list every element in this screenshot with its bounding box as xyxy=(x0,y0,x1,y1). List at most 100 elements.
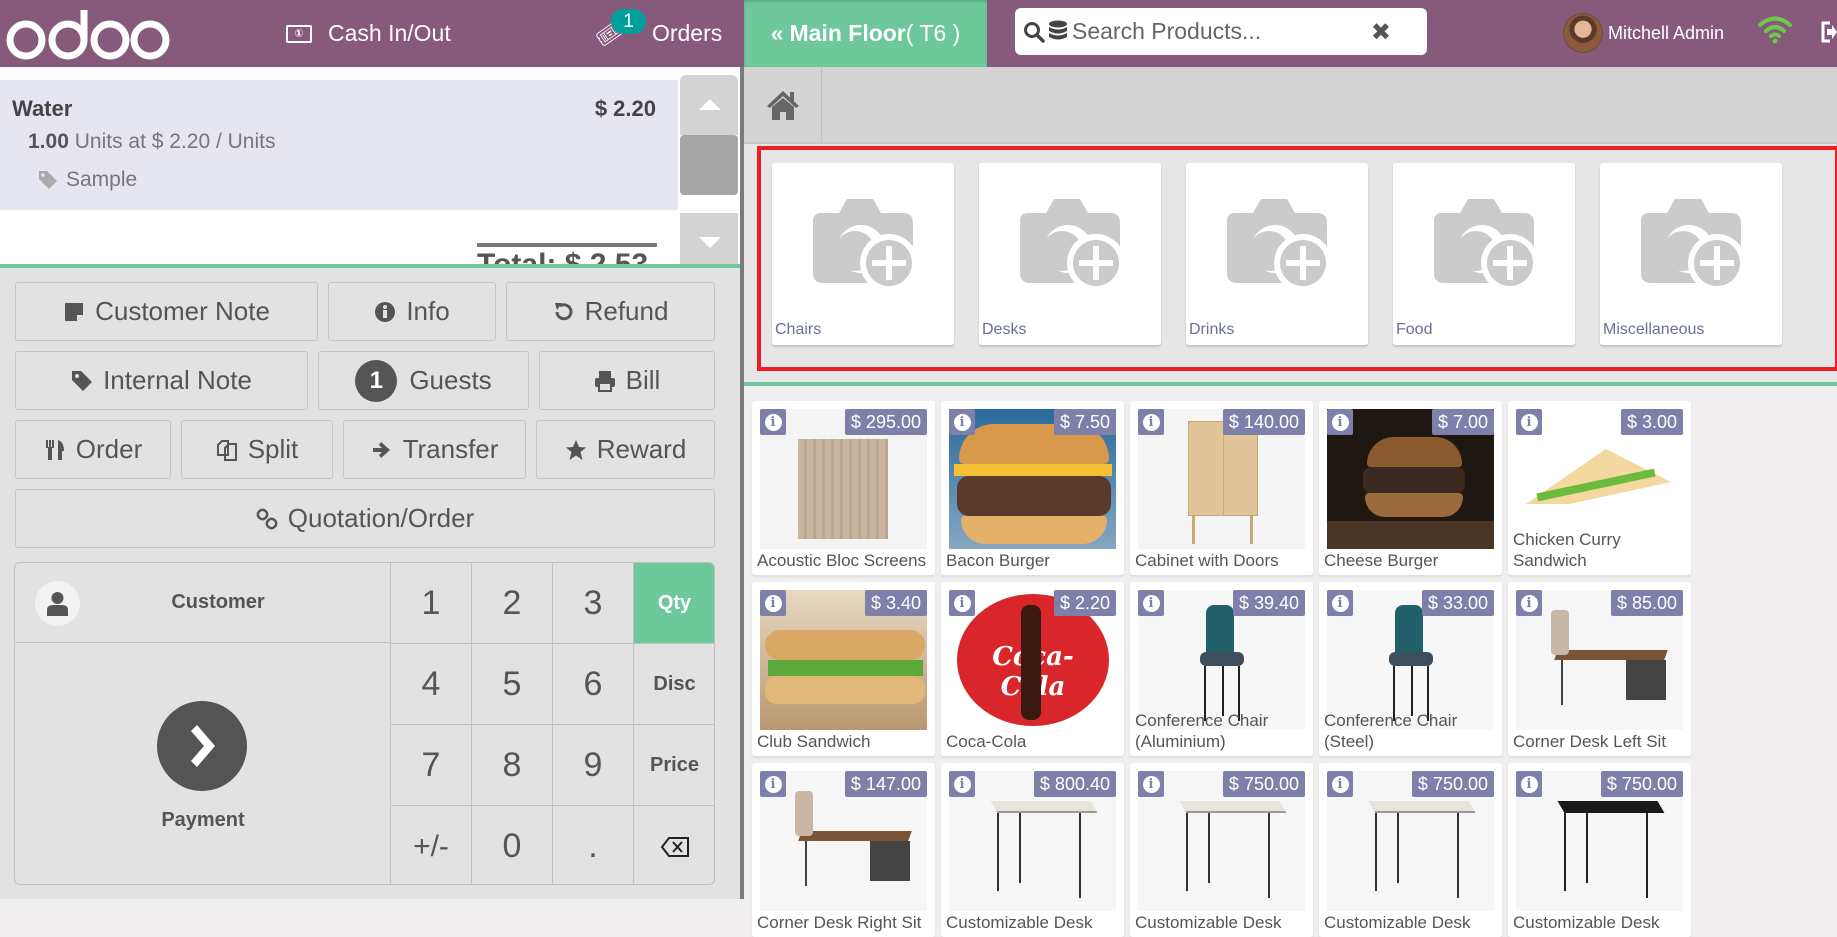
product-card[interactable]: i $ 750.00 Customizable Desk xyxy=(1508,763,1691,937)
product-info-button[interactable]: i xyxy=(1327,409,1353,435)
product-card[interactable]: i $ 800.40 Customizable Desk xyxy=(941,763,1124,937)
product-price: $ 147.00 xyxy=(844,771,927,797)
info-button[interactable]: Info xyxy=(328,282,496,341)
category-food[interactable]: Food xyxy=(1393,163,1575,345)
scrollbar-thumb[interactable] xyxy=(680,135,738,195)
customer-note-label: Customer Note xyxy=(95,296,270,326)
internal-note-button[interactable]: Internal Note xyxy=(15,351,308,410)
customer-button[interactable]: Customer xyxy=(15,563,391,643)
product-name: Customizable Desk xyxy=(1513,913,1660,932)
product-info-button[interactable]: i xyxy=(949,409,975,435)
camera-add-icon xyxy=(1434,199,1539,292)
scroll-down-button[interactable] xyxy=(680,213,738,264)
numpad-mode-disc[interactable]: Disc xyxy=(634,644,714,725)
product-card[interactable]: i $ 295.00 Acoustic Bloc Screens xyxy=(752,401,935,575)
product-info-button[interactable]: i xyxy=(760,409,786,435)
reward-button[interactable]: Reward xyxy=(536,420,715,479)
numpad-key-6[interactable]: 6 xyxy=(553,644,634,725)
numpad-key-1[interactable]: 1 xyxy=(391,563,472,644)
split-button[interactable]: Split xyxy=(181,420,333,479)
bill-button[interactable]: Bill xyxy=(539,351,715,410)
product-info-button[interactable]: i xyxy=(949,771,975,797)
product-info-button[interactable]: i xyxy=(1327,590,1353,616)
cash-in-out-label: Cash In/Out xyxy=(328,20,451,46)
order-line[interactable]: Water $ 2.20 1.00 Units at $ 2.20 / Unit… xyxy=(0,80,678,210)
product-name: Corner Desk Left Sit xyxy=(1513,732,1667,751)
cash-in-out-button[interactable]: ① Cash In/Out xyxy=(286,0,451,67)
numpad-key-2[interactable]: 2 xyxy=(472,563,553,644)
product-price: $ 2.20 xyxy=(1053,590,1116,616)
product-card[interactable]: i $ 85.00 Corner Desk Left Sit xyxy=(1508,582,1691,756)
order-line-note-text: Sample xyxy=(66,168,138,191)
product-info-button[interactable]: i xyxy=(1516,409,1542,435)
logout-icon[interactable] xyxy=(1820,20,1837,44)
user-menu[interactable]: Mitchell Admin xyxy=(1563,11,1724,55)
customer-note-button[interactable]: Customer Note xyxy=(15,282,318,341)
double-chevron-left-icon: « xyxy=(770,20,784,46)
category-chairs[interactable]: Chairs xyxy=(772,163,954,345)
numpad-key-0[interactable]: 0 xyxy=(472,806,553,884)
category-drinks[interactable]: Drinks xyxy=(1186,163,1368,345)
product-info-button[interactable]: i xyxy=(1138,771,1164,797)
numpad-mode-qty[interactable]: Qty xyxy=(634,563,714,644)
product-info-button[interactable]: i xyxy=(949,590,975,616)
product-info-button[interactable]: i xyxy=(1138,590,1164,616)
home-category-button[interactable] xyxy=(744,67,822,142)
product-card[interactable]: i $ 750.00 Customizable Desk xyxy=(1319,763,1502,937)
numpad-key-plus-minus[interactable]: +/- xyxy=(391,806,472,884)
info-icon: i xyxy=(1331,775,1349,793)
product-card[interactable]: i $ 39.40 Conference Chair (Aluminium) xyxy=(1130,582,1313,756)
refund-button[interactable]: Refund xyxy=(506,282,715,341)
category-name: Chairs xyxy=(775,321,822,338)
product-info-button[interactable]: i xyxy=(1516,590,1542,616)
total-divider xyxy=(477,243,657,247)
main-floor-button[interactable]: « Main Floor ( T6 ) xyxy=(744,0,987,67)
numpad-key-9[interactable]: 9 xyxy=(553,725,634,806)
numpad-key-4[interactable]: 4 xyxy=(391,644,472,725)
scroll-up-button[interactable] xyxy=(680,75,738,135)
category-desks[interactable]: Desks xyxy=(979,163,1161,345)
numpad-mode-price[interactable]: Price xyxy=(634,725,714,806)
product-card[interactable]: i $ 7.00 Cheese Burger xyxy=(1319,401,1502,575)
numpad-key-5[interactable]: 5 xyxy=(472,644,553,725)
orders-button[interactable]: 🎟︎ Orders xyxy=(591,0,722,67)
numpad-backspace[interactable] xyxy=(634,806,714,884)
info-icon: i xyxy=(1331,594,1349,612)
transfer-button[interactable]: Transfer xyxy=(343,420,526,479)
product-info-button[interactable]: i xyxy=(760,771,786,797)
product-info-button[interactable]: i xyxy=(1516,771,1542,797)
numpad-key-7[interactable]: 7 xyxy=(391,725,472,806)
product-card[interactable]: i $ 33.00 Conference Chair (Steel) xyxy=(1319,582,1502,756)
product-card[interactable]: i $ 7.50 Bacon Burger xyxy=(941,401,1124,575)
numpad-key-decimal[interactable]: . xyxy=(553,806,634,884)
payment-button[interactable]: Payment xyxy=(15,643,391,884)
product-card[interactable]: i $ 3.00 Chicken Curry Sandwich xyxy=(1508,401,1691,575)
product-card[interactable]: i $ 750.00 Customizable Desk xyxy=(1130,763,1313,937)
product-card[interactable]: i $ 147.00 Corner Desk Right Sit xyxy=(752,763,935,937)
table-label: ( T6 ) xyxy=(905,20,961,46)
bill-label: Bill xyxy=(625,365,661,395)
numpad-key-8[interactable]: 8 xyxy=(472,725,553,806)
numpad-key-3[interactable]: 3 xyxy=(553,563,634,644)
order-button[interactable]: Order xyxy=(15,420,171,479)
product-name: Customizable Desk xyxy=(946,913,1093,932)
product-name: Bacon Burger xyxy=(946,551,1050,570)
arrow-down-icon xyxy=(699,237,721,248)
search-input[interactable] xyxy=(1072,18,1372,45)
database-icon xyxy=(1049,20,1067,39)
info-icon: i xyxy=(1520,594,1538,612)
product-info-button[interactable]: i xyxy=(1327,771,1353,797)
money-icon: ① xyxy=(286,24,312,43)
product-info-button[interactable]: i xyxy=(760,590,786,616)
clear-search-icon[interactable]: ✖ xyxy=(1371,18,1391,47)
orders-count-badge: 1 xyxy=(611,9,646,34)
info-icon xyxy=(375,301,396,322)
product-card[interactable]: Coca-Colai$ 2.20Coca-Cola xyxy=(941,582,1124,756)
product-card[interactable]: i $ 140.00 Cabinet with Doors xyxy=(1130,401,1313,575)
quotation-order-button[interactable]: Quotation/Order xyxy=(15,489,715,548)
user-name: Mitchell Admin xyxy=(1608,22,1725,43)
product-info-button[interactable]: i xyxy=(1138,409,1164,435)
guests-button[interactable]: 1 Guests xyxy=(318,351,529,410)
product-card[interactable]: i $ 3.40 Club Sandwich xyxy=(752,582,935,756)
category-miscellaneous[interactable]: Miscellaneous xyxy=(1600,163,1782,345)
